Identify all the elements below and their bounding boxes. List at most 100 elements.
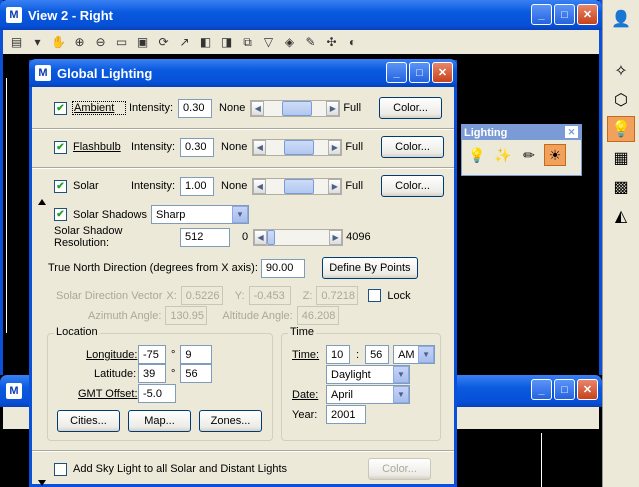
minimize-button[interactable]: _ [531, 4, 552, 25]
longitude-degrees-input[interactable]: -75 [138, 345, 166, 364]
box-render-icon[interactable]: ⬡ [607, 87, 635, 113]
ambient-color-button[interactable]: Color... [379, 97, 443, 119]
solar-checkbox[interactable]: ✔ [54, 179, 67, 193]
render-icon[interactable]: ◈ [280, 33, 299, 52]
close-icon[interactable]: ✕ [565, 126, 578, 138]
zoom-in-icon[interactable]: ⊕ [70, 33, 89, 52]
flashbulb-slider[interactable]: ◀ ▶ [252, 138, 343, 156]
global-lighting-titlebar[interactable]: M Global Lighting _ □ ✕ [29, 59, 457, 87]
slider-left-arrow-icon[interactable]: ◀ [254, 229, 268, 245]
bulb-star-icon[interactable]: ✨ [492, 144, 514, 166]
slider-thumb[interactable] [282, 100, 313, 116]
view2-titlebar[interactable]: M View 2 - Right _ □ ✕ [0, 0, 602, 30]
slider-thumb[interactable] [284, 178, 315, 194]
bulb-icon[interactable]: 💡 [466, 144, 488, 166]
altitude-input[interactable]: 46.208 [296, 306, 339, 325]
chevron-down-icon[interactable]: ▼ [393, 386, 409, 403]
sky-light-color-button[interactable]: Color... [368, 458, 431, 480]
latitude-degrees-input[interactable]: 39 [138, 364, 166, 383]
latitude-minutes-input[interactable]: 56 [180, 364, 213, 383]
lock-checkbox[interactable] [368, 289, 382, 302]
solar-slider[interactable]: ◀ ▶ [252, 177, 343, 195]
solar-color-button[interactable]: Color... [381, 175, 445, 197]
maximize-button[interactable]: □ [409, 62, 430, 83]
sky-light-row: Add Sky Light to all Solar and Distant L… [54, 458, 431, 480]
gmt-offset-input[interactable]: -5.0 [138, 384, 176, 403]
azimuth-input[interactable]: 130.95 [165, 306, 208, 325]
maximize-button[interactable]: □ [554, 4, 575, 25]
close-button[interactable]: ✕ [577, 4, 598, 25]
window-area-icon[interactable]: ▭ [112, 33, 131, 52]
update-view-icon[interactable]: ✋ [49, 33, 68, 52]
pan-view-icon[interactable]: ↗ [175, 33, 194, 52]
chevron-down-icon[interactable]: ▼ [418, 346, 435, 363]
display-style-icon[interactable]: ◐ [343, 33, 362, 52]
solar-y-input[interactable]: -0.453 [248, 286, 291, 305]
solar-shadows-select[interactable]: Sharp ▼ [151, 205, 249, 224]
slider-right-arrow-icon[interactable]: ▶ [329, 229, 343, 245]
slider-thumb[interactable] [284, 139, 315, 155]
light-source-icon[interactable]: ✧ [607, 58, 635, 84]
slider-right-arrow-icon[interactable]: ▶ [328, 139, 342, 155]
zoom-out-icon[interactable]: ⊖ [91, 33, 110, 52]
ambient-checkbox[interactable]: ✔ [54, 101, 67, 115]
solar-x-input[interactable]: 0.5226 [180, 286, 223, 305]
lighting-toolbox-titlebar[interactable]: Lighting ✕ [462, 125, 581, 140]
ampm-select[interactable]: AM ▼ [393, 345, 436, 364]
solar-intensity-input[interactable]: 1.00 [180, 176, 215, 196]
user-icon[interactable]: 👤 [607, 6, 635, 32]
minimize-button[interactable]: _ [531, 379, 552, 400]
dst-select[interactable]: Daylight ▼ [326, 365, 410, 384]
year-input[interactable]: 2001 [326, 405, 366, 424]
fit-view-icon[interactable]: ▣ [133, 33, 152, 52]
true-north-input[interactable]: 90.00 [260, 258, 305, 278]
shadow-resolution-slider[interactable]: ◀ ▶ [253, 228, 344, 246]
hour-input[interactable]: 10 [326, 345, 350, 364]
sky-light-checkbox[interactable] [54, 462, 67, 476]
close-button[interactable]: ✕ [577, 379, 598, 400]
ambient-slider[interactable]: ◀ ▶ [250, 99, 341, 117]
solar-z-input[interactable]: 0.7218 [316, 286, 359, 305]
cities-button[interactable]: Cities... [57, 410, 120, 432]
solar-shadows-checkbox[interactable]: ✔ [54, 208, 67, 221]
month-select[interactable]: April ▼ [326, 385, 410, 404]
zones-button[interactable]: Zones... [199, 410, 262, 432]
slider-left-arrow-icon[interactable]: ◀ [253, 139, 267, 155]
slider-thumb[interactable] [267, 229, 276, 245]
rotate-view-icon[interactable]: ⟳ [154, 33, 173, 52]
camera-setup-icon[interactable]: ▩ [607, 174, 635, 200]
view-attributes-icon[interactable]: ▤ [7, 33, 26, 52]
chevron-down-icon[interactable]: ▼ [393, 366, 409, 383]
view-previous-icon[interactable]: ◧ [196, 33, 215, 52]
maximize-button[interactable]: □ [554, 379, 575, 400]
flashbulb-color-button[interactable]: Color... [381, 136, 445, 158]
define-by-points-button[interactable]: Define By Points [321, 257, 418, 279]
bulb-pencil-icon[interactable]: ✏ [518, 144, 540, 166]
materials-icon[interactable]: ▦ [607, 145, 635, 171]
sun-icon[interactable]: ☀ [544, 144, 566, 166]
dropdown-arrow-icon[interactable]: ▾ [28, 33, 47, 52]
camera-icon[interactable]: ✎ [301, 33, 320, 52]
view-next-icon[interactable]: ◨ [217, 33, 236, 52]
copy-view-icon[interactable]: ⧉ [238, 33, 257, 52]
minute-input[interactable]: 56 [365, 345, 390, 364]
lighting-tool-icon[interactable]: 💡 [607, 116, 635, 142]
clip-volume-icon[interactable]: ▽ [259, 33, 278, 52]
slider-left-arrow-icon[interactable]: ◀ [251, 100, 265, 116]
collapse-arrow-icon[interactable] [38, 199, 46, 205]
slider-right-arrow-icon[interactable]: ▶ [328, 178, 342, 194]
animation-icon[interactable]: ◭ [607, 203, 635, 229]
expand-arrow-icon[interactable] [38, 480, 46, 486]
ambient-intensity-input[interactable]: 0.30 [178, 98, 213, 118]
close-button[interactable]: ✕ [432, 62, 453, 83]
longitude-minutes-input[interactable]: 9 [180, 345, 213, 364]
chevron-down-icon[interactable]: ▼ [232, 206, 248, 223]
slider-left-arrow-icon[interactable]: ◀ [253, 178, 267, 194]
slider-right-arrow-icon[interactable]: ▶ [326, 100, 340, 116]
map-button[interactable]: Map... [128, 410, 191, 432]
flashbulb-checkbox[interactable]: ✔ [54, 140, 67, 154]
minimize-button[interactable]: _ [386, 62, 407, 83]
flashbulb-intensity-input[interactable]: 0.30 [180, 137, 215, 157]
navigate-icon[interactable]: ✣ [322, 33, 341, 52]
shadow-resolution-input[interactable]: 512 [180, 227, 230, 247]
